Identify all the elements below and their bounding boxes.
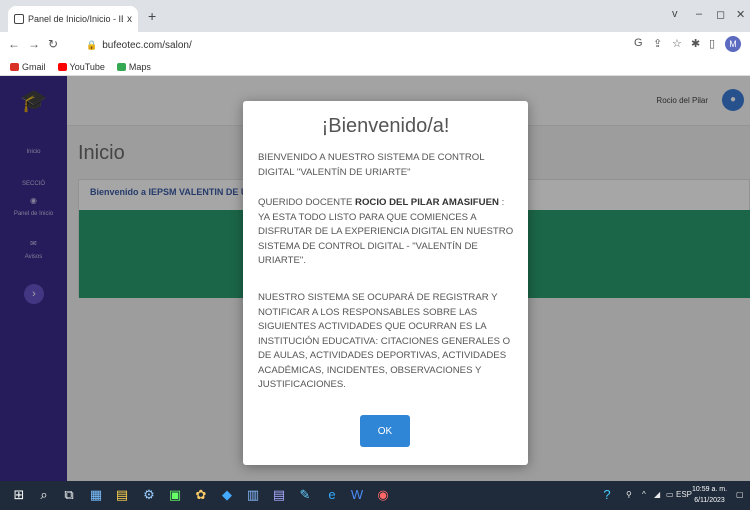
lock-icon: 🔒 bbox=[86, 39, 98, 50]
bookmark-youtube[interactable]: YouTube bbox=[57, 61, 105, 72]
tab-close-icon[interactable]: x bbox=[127, 14, 132, 25]
modal-title: ¡Bienvenido/a! bbox=[321, 115, 450, 137]
tab-title: Panel de Inicio/Inicio - IEPSM Va bbox=[28, 14, 123, 24]
bookmark-label: Gmail bbox=[22, 61, 46, 72]
mail-app-icon[interactable]: ◆ bbox=[218, 486, 236, 504]
browser-toolbar: ← → ↻ 🔒 bufeotec.com/salon/ G ⇪ ☆ ✱ ▯ bbox=[0, 32, 750, 58]
teacher-name: ROCIO DEL PILAR AMASIFUEN bbox=[355, 197, 499, 208]
search-icon[interactable]: ⌕ bbox=[35, 486, 53, 504]
page-favicon-icon bbox=[14, 14, 24, 24]
modal-paragraph-3: NUESTRO SISTEMA SE OCUPARÁ DE REGISTRAR … bbox=[258, 292, 511, 390]
address-bar[interactable]: 🔒 bufeotec.com/salon/ bbox=[86, 36, 606, 54]
minimize-button[interactable]: – bbox=[696, 8, 702, 20]
edge-icon[interactable]: e bbox=[323, 486, 341, 504]
forward-arrow-icon[interactable]: → bbox=[28, 37, 40, 51]
new-tab-button[interactable]: + bbox=[148, 8, 156, 24]
bookmark-label: YouTube bbox=[69, 61, 105, 72]
youtube-icon bbox=[57, 62, 67, 71]
bookmark-star-icon[interactable]: ☆ bbox=[672, 37, 682, 50]
file-explorer-icon[interactable]: ▤ bbox=[113, 486, 131, 504]
tab-search-icon[interactable]: v bbox=[672, 8, 678, 20]
side-panel-icon[interactable]: ▯ bbox=[709, 37, 715, 50]
modal-paragraph-1: BIENVENIDO A NUESTRO SISTEMA DE CONTROL … bbox=[258, 152, 485, 178]
task-view-icon[interactable]: ⧉ bbox=[60, 486, 78, 504]
maps-icon bbox=[116, 62, 126, 71]
welcome-modal: ¡Bienvenido/a! BIENVENIDO A NUESTRO SIST… bbox=[243, 101, 528, 465]
bookmark-maps[interactable]: Maps bbox=[116, 61, 151, 72]
bookmarks-bar: Gmail YouTube Maps bbox=[0, 58, 750, 76]
ok-button[interactable]: OK bbox=[360, 415, 410, 447]
store-icon[interactable]: ⚙ bbox=[140, 486, 158, 504]
modal-paragraph-2: QUERIDO DOCENTE ROCIO DEL PILAR AMASIFUE… bbox=[258, 197, 514, 266]
taskbar-clock[interactable]: 10:59 a. m. 6/11/2023 bbox=[692, 484, 727, 506]
maximize-button[interactable]: ◻ bbox=[716, 8, 725, 21]
share-icon[interactable]: ⇪ bbox=[653, 37, 662, 50]
paint-icon[interactable]: ✎ bbox=[296, 486, 314, 504]
back-arrow-icon[interactable]: ← bbox=[8, 37, 20, 51]
clock-date: 6/11/2023 bbox=[694, 497, 725, 504]
photos-icon[interactable]: ✿ bbox=[192, 486, 210, 504]
windows-start-icon[interactable]: ⊞ bbox=[10, 486, 28, 504]
battery-icon[interactable]: ▭ bbox=[666, 490, 674, 499]
people-icon[interactable]: ⚲ bbox=[626, 490, 632, 499]
notepad-icon[interactable]: ▤ bbox=[270, 486, 288, 504]
browser-tab-strip: Panel de Inicio/Inicio - IEPSM Va x + v … bbox=[0, 0, 750, 32]
extensions-icon[interactable]: ✱ bbox=[691, 37, 700, 50]
browser-tab[interactable]: Panel de Inicio/Inicio - IEPSM Va x bbox=[8, 6, 138, 32]
close-window-button[interactable]: ✕ bbox=[736, 8, 745, 21]
windows-taskbar: ⊞ ⌕ ⧉ ▦ ▤ ⚙ ▣ ✿ ◆ ▥ ▤ ✎ e W ◉ ? ⚲ ^ ◢ ▭ … bbox=[0, 481, 750, 510]
clock-time: 10:59 a. m. bbox=[692, 486, 728, 493]
language-indicator[interactable]: ESP bbox=[676, 490, 692, 499]
reload-icon[interactable]: ↻ bbox=[48, 37, 58, 51]
help-icon[interactable]: ? bbox=[598, 486, 616, 504]
bookmark-label: Maps bbox=[128, 61, 151, 72]
desktop-app-icon[interactable]: ▦ bbox=[87, 486, 105, 504]
profile-avatar[interactable]: M bbox=[725, 36, 741, 52]
excel-icon[interactable]: ▣ bbox=[166, 486, 184, 504]
calculator-icon[interactable]: ▥ bbox=[244, 486, 262, 504]
gmail-icon bbox=[10, 62, 19, 71]
network-icon[interactable]: ◢ bbox=[654, 490, 660, 499]
chrome-icon[interactable]: ◉ bbox=[374, 486, 392, 504]
notifications-icon[interactable]: ▢ bbox=[736, 490, 744, 499]
url-text: bufeotec.com/salon/ bbox=[102, 39, 192, 51]
tray-chevron-up-icon[interactable]: ^ bbox=[642, 490, 646, 499]
google-icon[interactable]: G bbox=[634, 37, 643, 49]
bookmark-gmail[interactable]: Gmail bbox=[10, 62, 46, 72]
word-icon[interactable]: W bbox=[348, 486, 366, 504]
